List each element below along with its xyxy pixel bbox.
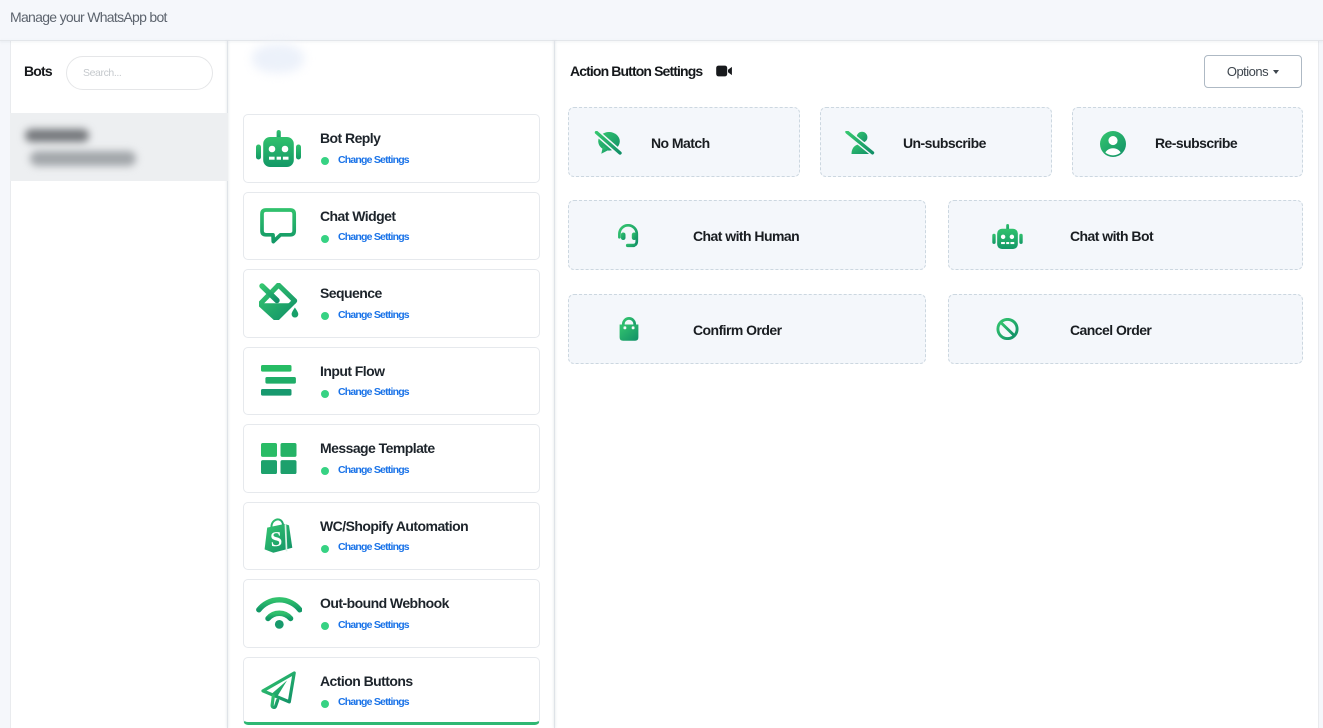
svg-text:S: S (269, 526, 283, 551)
